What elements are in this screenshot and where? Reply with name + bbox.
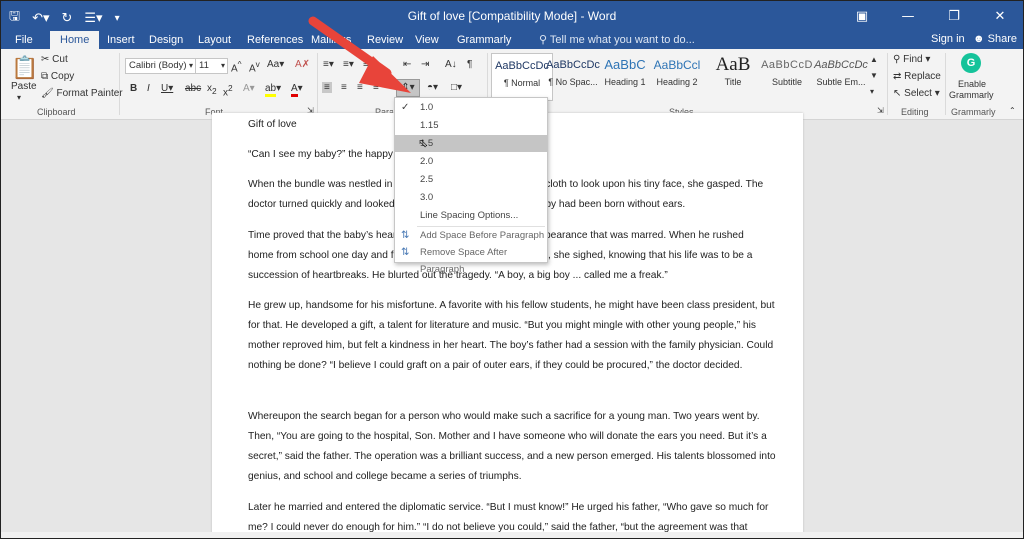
show-paragraph-marks-icon[interactable]: ¶ — [467, 59, 472, 70]
divider — [945, 53, 946, 115]
line-spacing-options-link[interactable]: Line Spacing Options... — [395, 207, 547, 224]
format-painter-button[interactable]: 🖌 Format Painter — [41, 88, 123, 99]
line-spacing-option-2-0[interactable]: 2.0 — [395, 153, 547, 170]
line-spacing-option-1-15[interactable]: 1.15 — [395, 117, 547, 134]
close-button[interactable]: ✕ — [977, 1, 1023, 31]
styles-scroll-down-icon[interactable]: ▼ — [870, 71, 878, 80]
paste-label[interactable]: Paste — [11, 81, 37, 92]
search-icon: ⚲ — [893, 54, 901, 65]
copy-icon: ⧉ — [41, 71, 49, 82]
tab-references[interactable]: References — [247, 33, 303, 49]
subscript-icon[interactable]: x2 — [207, 83, 217, 96]
style-title[interactable]: AaB Title — [703, 53, 763, 99]
annotation-arrow-icon — [308, 16, 411, 93]
font-size-select[interactable]: 11 ▾ — [195, 58, 228, 74]
style-heading-1[interactable]: AaBbC Heading 1 — [595, 53, 655, 99]
person-icon: ☻ — [973, 33, 985, 45]
share-button[interactable]: ☻ Share — [973, 33, 1017, 45]
shading-icon[interactable]: ◓▾ — [427, 82, 438, 93]
italic-icon[interactable]: I — [147, 83, 150, 94]
cursor-icon: ↖ — [893, 88, 902, 99]
styles-more-icon[interactable]: ▾ — [870, 87, 874, 96]
find-button[interactable]: ⚲ Find ▾ — [893, 54, 930, 65]
strikethrough-icon[interactable]: abc — [185, 83, 201, 94]
increase-indent-icon[interactable]: ⇥ — [421, 59, 429, 70]
sign-in-link[interactable]: Sign in — [931, 33, 965, 45]
title-bar: 🖫 ↶▾ ↻ ☰▾ ▾ Gift of love [Compatibility … — [1, 1, 1023, 31]
borders-icon[interactable]: □▾ — [451, 82, 462, 93]
bold-icon[interactable]: B — [130, 83, 137, 94]
line-spacing-option-3-0[interactable]: 3.0 — [395, 189, 547, 206]
grammarly-enable-label[interactable]: Enable — [958, 79, 986, 89]
grammarly-name-label[interactable]: Grammarly — [949, 90, 994, 100]
mouse-cursor-icon: ⬁ — [418, 136, 429, 150]
copy-button[interactable]: ⧉ Copy — [41, 71, 74, 82]
sort-icon[interactable]: A↓ — [445, 59, 457, 70]
tab-home[interactable]: Home — [50, 31, 100, 49]
grow-font-icon[interactable]: A^ — [231, 59, 242, 74]
chevron-down-icon: ▾ — [220, 61, 225, 70]
paintbrush-icon: 🖌 — [41, 88, 54, 99]
tell-me-search[interactable]: ⚲ Tell me what you want to do... — [539, 33, 695, 46]
remove-space-after-item[interactable]: ⇅ Remove Space After Paragraph — [395, 244, 547, 275]
word-window: 🖫 ↶▾ ↻ ☰▾ ▾ Gift of love [Compatibility … — [0, 0, 1024, 539]
replace-icon: ⇄ — [893, 71, 902, 82]
paste-dropdown-icon[interactable]: ▾ — [17, 93, 21, 102]
style-no-spacing[interactable]: AaBbCcDc ¶ No Spac... — [543, 53, 603, 99]
scissors-icon: ✂ — [41, 54, 50, 65]
restore-button[interactable]: ❐ — [931, 1, 977, 31]
ribbon-tabs: File Home Insert Design Layout Reference… — [1, 31, 1023, 49]
minimize-button[interactable]: — — [885, 1, 931, 31]
chevron-down-icon: ▾ — [188, 61, 193, 70]
paste-icon[interactable]: 📋 — [11, 55, 38, 81]
line-spacing-option-2-5[interactable]: 2.5 — [395, 171, 547, 188]
divider — [119, 53, 120, 115]
styles-dialog-launcher-icon[interactable]: ⇲ — [877, 106, 884, 115]
tab-file[interactable]: File — [15, 33, 33, 49]
tab-grammarly[interactable]: Grammarly — [457, 33, 511, 49]
superscript-icon[interactable]: x2 — [223, 83, 233, 98]
change-case-icon[interactable]: Aa▾ — [267, 59, 284, 70]
window-controls: ▣ — ❐ ✕ — [839, 1, 1023, 31]
cut-button[interactable]: ✂ Cut — [41, 54, 68, 65]
divider — [887, 53, 888, 115]
highlight-icon[interactable]: ab▾ — [265, 83, 281, 97]
editing-group-label: Editing — [901, 107, 929, 117]
paragraph-4: He grew up, handsome for his misfortune.… — [248, 300, 775, 371]
tab-layout[interactable]: Layout — [198, 33, 231, 49]
line-spacing-option-1-5[interactable]: 1.5 ⬁ — [395, 135, 547, 152]
ribbon-display-icon[interactable]: ▣ — [839, 1, 885, 31]
shrink-font-icon[interactable]: Av — [249, 59, 260, 74]
underline-icon[interactable]: U▾ — [161, 83, 173, 94]
lightbulb-icon: ⚲ — [539, 34, 548, 46]
checkmark-icon: ✓ — [401, 102, 410, 113]
tab-insert[interactable]: Insert — [107, 33, 135, 49]
grammarly-logo-icon[interactable]: G — [961, 53, 981, 73]
paragraph-2-line-2b: baby had been born without ears. — [534, 199, 686, 210]
line-spacing-menu: ✓ 1.0 1.15 1.5 ⬁ 2.0 2.5 3.0 Line Spacin… — [394, 97, 548, 275]
select-button[interactable]: ↖ Select ▾ — [893, 88, 940, 99]
remove-space-icon: ⇅ — [401, 247, 410, 258]
clipboard-group-label: Clipboard — [37, 107, 76, 117]
tab-design[interactable]: Design — [149, 33, 183, 49]
styles-scroll-up-icon[interactable]: ▲ — [870, 55, 878, 64]
style-subtitle[interactable]: AaBbCcD Subtitle — [757, 53, 817, 99]
style-subtle-emphasis[interactable]: AaBbCcDc Subtle Em... — [811, 53, 871, 99]
replace-button[interactable]: ⇄ Replace — [893, 71, 941, 82]
paragraph-2-line-1b: of cloth to look upon his tiny face, she… — [534, 179, 764, 190]
add-space-icon: ⇅ — [401, 230, 410, 241]
text-effects-icon[interactable]: A▾ — [243, 83, 255, 94]
collapse-ribbon-icon[interactable]: ⌃ — [1009, 106, 1016, 115]
add-space-before-item[interactable]: ⇅ Add Space Before Paragraph — [395, 227, 547, 244]
line-spacing-option-1-0[interactable]: ✓ 1.0 — [395, 99, 547, 116]
paragraph-5: Whereupon the search began for a person … — [248, 411, 776, 482]
grammarly-group-label: Grammarly — [951, 107, 996, 117]
paragraph-3-line-2b: , she sighed, knowing that his life was … — [548, 250, 753, 261]
font-name-select[interactable]: Calibri (Body) ▾ — [125, 58, 196, 74]
style-heading-2[interactable]: AaBbCcl Heading 2 — [647, 53, 707, 99]
status-bar — [1, 532, 1023, 538]
paragraph-3-line-1b: pearance that was marred. When he rushed — [545, 230, 744, 241]
